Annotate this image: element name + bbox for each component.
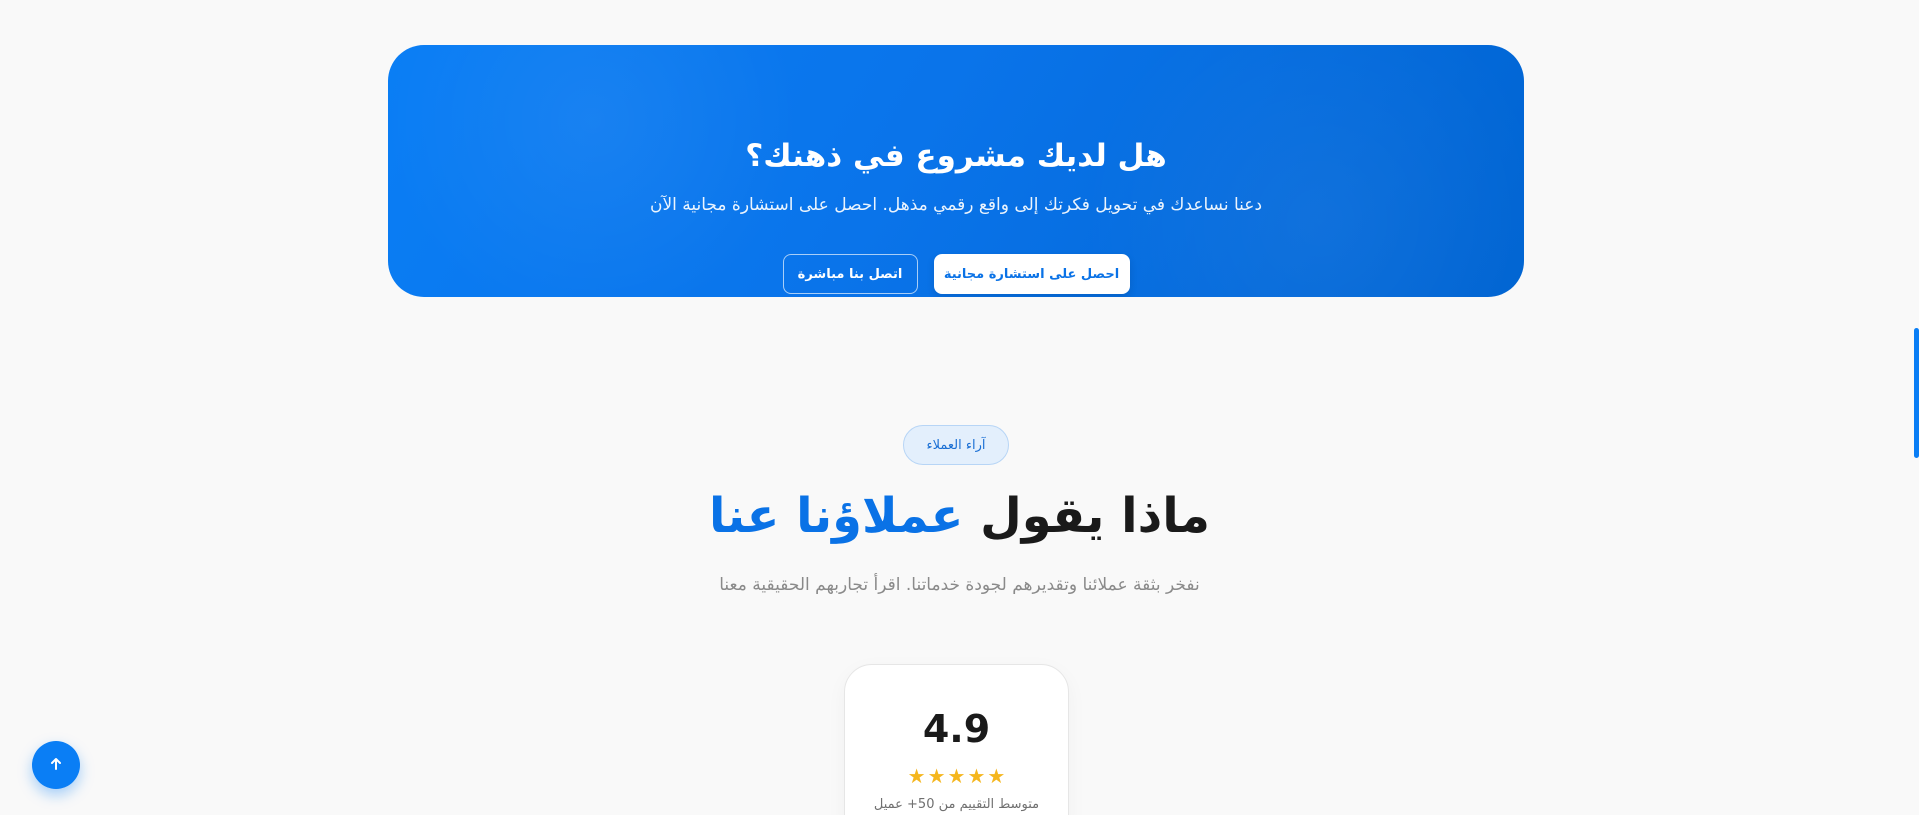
contact-us-button[interactable]: اتصل بنا مباشرة <box>782 254 918 294</box>
rating-value: 4.9 <box>922 707 991 751</box>
cta-title: هل لديك مشروع في ذهنك؟ <box>745 138 1167 174</box>
rating-stars: ★ ★ ★ ★ ★ <box>845 765 1068 787</box>
star-icon: ★ <box>967 764 986 788</box>
cta-banner: هل لديك مشروع في ذهنك؟ دعنا نساعدك في تح… <box>388 45 1524 297</box>
page: هل لديك مشروع في ذهنك؟ دعنا نساعدك في تح… <box>0 0 1919 815</box>
rating-card: 4.9 ★ ★ ★ ★ ★ متوسط التقييم من 50+ عميل <box>844 664 1069 815</box>
star-icon: ★ <box>947 764 966 788</box>
rating-caption: متوسط التقييم من 50+ عميل <box>873 797 1040 812</box>
back-to-top-button[interactable] <box>32 741 80 789</box>
star-icon: ★ <box>907 764 926 788</box>
section-title-text: ماذا يقول <box>980 488 1210 544</box>
scroll-indicator[interactable] <box>1914 328 1919 458</box>
star-icon: ★ <box>987 764 1006 788</box>
cta-buttons: احصل على استشارة مجانية اتصل بنا مباشرة <box>388 254 1524 294</box>
star-icon: ★ <box>927 764 946 788</box>
arrow-up-icon <box>49 757 63 774</box>
cta-subtitle: دعنا نساعدك في تحويل فكرتك إلى واقع رقمي… <box>649 195 1263 215</box>
section-title-accent: عملاؤنا عنا <box>709 488 964 544</box>
section-title: ماذا يقول عملاؤنا عنا <box>0 482 1919 550</box>
free-consultation-button[interactable]: احصل على استشارة مجانية <box>933 254 1130 294</box>
section-badge: آراء العملاء <box>903 425 1009 465</box>
section-subtitle: نفخر بثقة عملائنا وتقديرهم لجودة خدماتنا… <box>719 575 1200 595</box>
